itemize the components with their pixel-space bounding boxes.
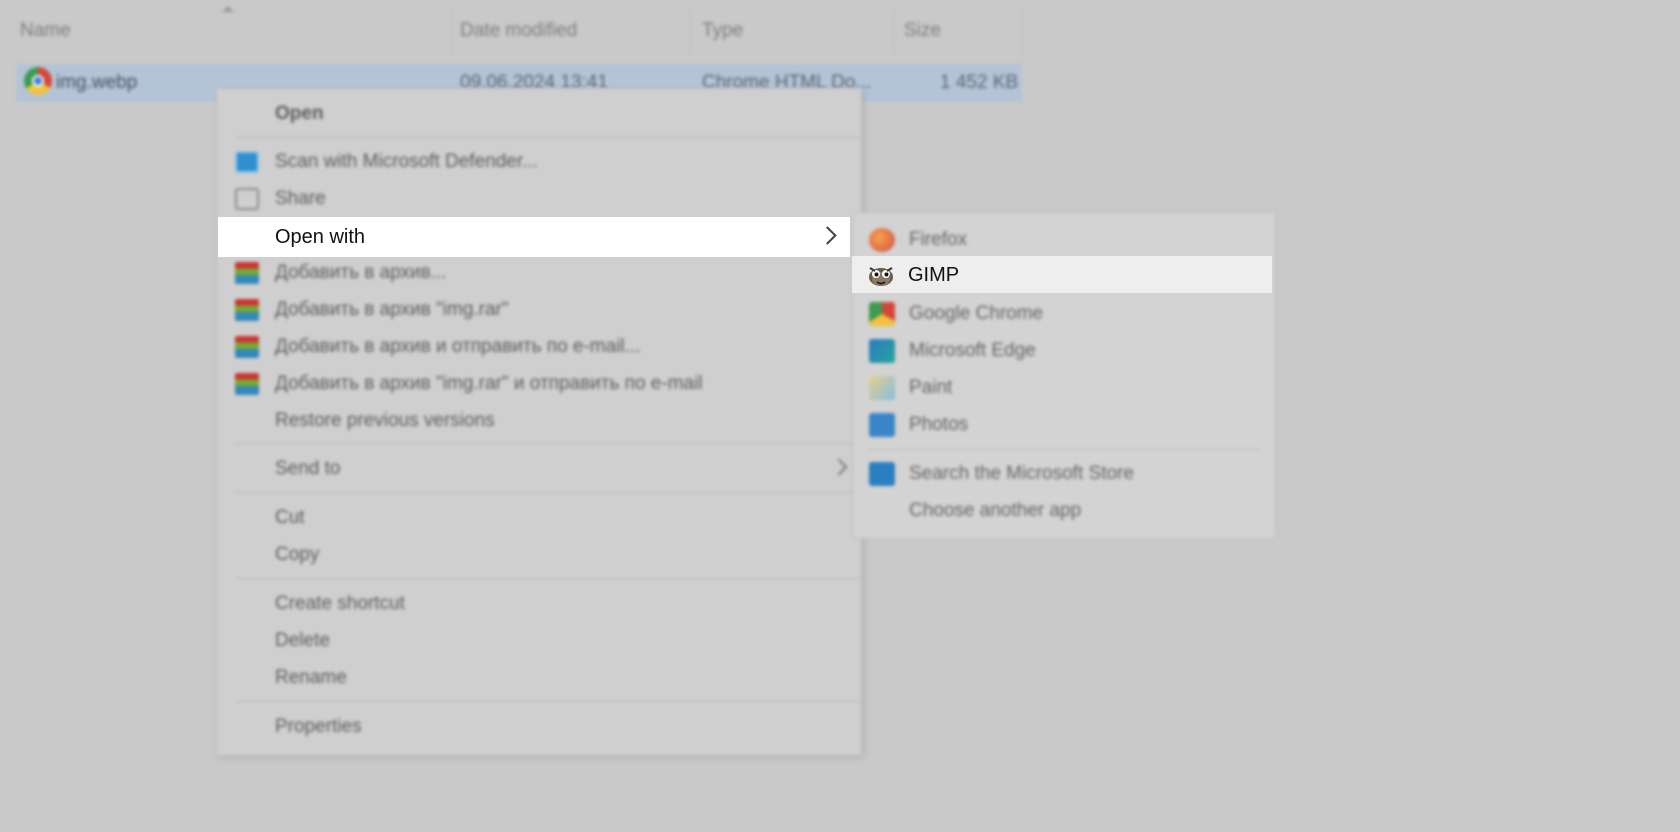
menu-item-label: Scan with Microsoft Defender... bbox=[275, 151, 538, 172]
menu-separator bbox=[235, 701, 861, 702]
photos-icon bbox=[869, 413, 895, 437]
submenu-item-google-chrome[interactable]: Google Chrome bbox=[853, 295, 1275, 332]
menu-item-open[interactable]: Open bbox=[217, 95, 861, 132]
file-name: img.webp bbox=[56, 72, 138, 93]
winrar-icon bbox=[235, 299, 259, 321]
winrar-icon bbox=[235, 262, 259, 284]
column-date-modified[interactable]: Date modified bbox=[460, 20, 577, 42]
winrar-icon bbox=[235, 336, 259, 358]
menu-item-cut[interactable]: Cut bbox=[217, 499, 861, 536]
menu-item-label: Cut bbox=[275, 507, 305, 528]
menu-item-label: Send to bbox=[275, 458, 341, 479]
menu-item-copy[interactable]: Copy bbox=[217, 536, 861, 573]
column-divider[interactable] bbox=[1022, 10, 1023, 54]
chrome-icon bbox=[24, 67, 52, 95]
submenu-item-microsoft-edge[interactable]: Microsoft Edge bbox=[853, 332, 1275, 369]
submenu-item-paint[interactable]: Paint bbox=[853, 369, 1275, 406]
column-type[interactable]: Type bbox=[702, 20, 743, 42]
menu-item-share[interactable]: Share bbox=[217, 180, 861, 217]
menu-separator bbox=[235, 137, 861, 138]
menu-item-label: Share bbox=[275, 188, 326, 209]
column-name[interactable]: Name bbox=[20, 20, 71, 42]
menu-item-scan-defender[interactable]: Scan with Microsoft Defender... bbox=[217, 143, 861, 180]
menu-item-add-archive-rar[interactable]: Добавить в архив "img.rar" bbox=[217, 291, 861, 328]
submenu-item-label: GIMP bbox=[908, 264, 960, 286]
menu-item-label: Open with bbox=[275, 226, 366, 248]
menu-item-label: Добавить в архив и отправить по e-mail..… bbox=[275, 336, 641, 357]
menu-item-rename[interactable]: Rename bbox=[217, 659, 861, 696]
chevron-right-icon bbox=[830, 458, 848, 476]
menu-item-label: Restore previous versions bbox=[275, 410, 495, 431]
winrar-icon bbox=[235, 373, 259, 395]
column-divider[interactable] bbox=[690, 10, 691, 54]
menu-item-send-to[interactable]: Send to bbox=[217, 450, 861, 487]
menu-separator bbox=[869, 449, 1259, 450]
submenu-item-label: Google Chrome bbox=[909, 303, 1044, 324]
menu-separator bbox=[235, 492, 861, 493]
sort-caret-icon bbox=[222, 6, 234, 12]
menu-item-add-archive-rar-email[interactable]: Добавить в архив "img.rar" и отправить п… bbox=[217, 365, 861, 402]
menu-item-delete[interactable]: Delete bbox=[217, 622, 861, 659]
submenu-item-label: Paint bbox=[909, 377, 953, 398]
menu-item-restore-versions[interactable]: Restore previous versions bbox=[217, 402, 861, 439]
submenu-item-gimp[interactable]: GIMP bbox=[852, 256, 1272, 293]
defender-shield-icon bbox=[235, 151, 259, 173]
submenu-item-photos[interactable]: Photos bbox=[853, 406, 1275, 443]
context-menu: Open Scan with Microsoft Defender... Sha… bbox=[216, 88, 862, 756]
menu-separator bbox=[235, 578, 861, 579]
share-icon bbox=[235, 188, 259, 210]
file-size: 1 452 KB bbox=[940, 72, 1019, 93]
column-divider[interactable] bbox=[452, 10, 453, 54]
store-icon bbox=[869, 462, 895, 486]
menu-item-label: Delete bbox=[275, 630, 330, 651]
submenu-item-label: Firefox bbox=[909, 229, 968, 250]
menu-item-add-archive[interactable]: Добавить в архив... bbox=[217, 254, 861, 291]
edge-icon bbox=[869, 339, 895, 363]
submenu-item-firefox[interactable]: Firefox bbox=[853, 221, 1275, 258]
menu-item-label: Open bbox=[275, 103, 324, 124]
chrome-icon bbox=[869, 302, 895, 326]
submenu-item-label: Choose another app bbox=[909, 500, 1082, 521]
firefox-icon bbox=[869, 228, 895, 252]
paint-icon bbox=[869, 376, 895, 400]
menu-item-label: Добавить в архив "img.rar" bbox=[275, 299, 509, 320]
submenu-item-label: Photos bbox=[909, 414, 969, 435]
submenu-item-label: Search the Microsoft Store bbox=[909, 463, 1134, 484]
submenu-item-label: Microsoft Edge bbox=[909, 340, 1036, 361]
column-divider[interactable] bbox=[893, 10, 894, 54]
gimp-icon bbox=[869, 267, 893, 286]
menu-item-label: Добавить в архив "img.rar" и отправить п… bbox=[275, 373, 703, 394]
column-size[interactable]: Size bbox=[904, 20, 941, 42]
submenu-item-search-store[interactable]: Search the Microsoft Store bbox=[853, 455, 1275, 492]
menu-item-label: Rename bbox=[275, 667, 347, 688]
menu-item-add-archive-email[interactable]: Добавить в архив и отправить по e-mail..… bbox=[217, 328, 861, 365]
menu-item-properties[interactable]: Properties bbox=[217, 708, 861, 745]
file-list-header: Name Date modified Type Size bbox=[0, 0, 1030, 64]
menu-item-label: Добавить в архив... bbox=[275, 262, 447, 283]
menu-item-create-shortcut[interactable]: Create shortcut bbox=[217, 585, 861, 622]
menu-item-label: Copy bbox=[275, 544, 320, 565]
menu-item-open-with[interactable]: Open with bbox=[218, 217, 850, 257]
menu-item-label: Properties bbox=[275, 716, 362, 737]
menu-separator bbox=[235, 443, 861, 444]
chevron-right-icon bbox=[818, 226, 837, 245]
menu-item-label: Create shortcut bbox=[275, 593, 405, 614]
submenu-item-choose-another-app[interactable]: Choose another app bbox=[853, 492, 1275, 529]
